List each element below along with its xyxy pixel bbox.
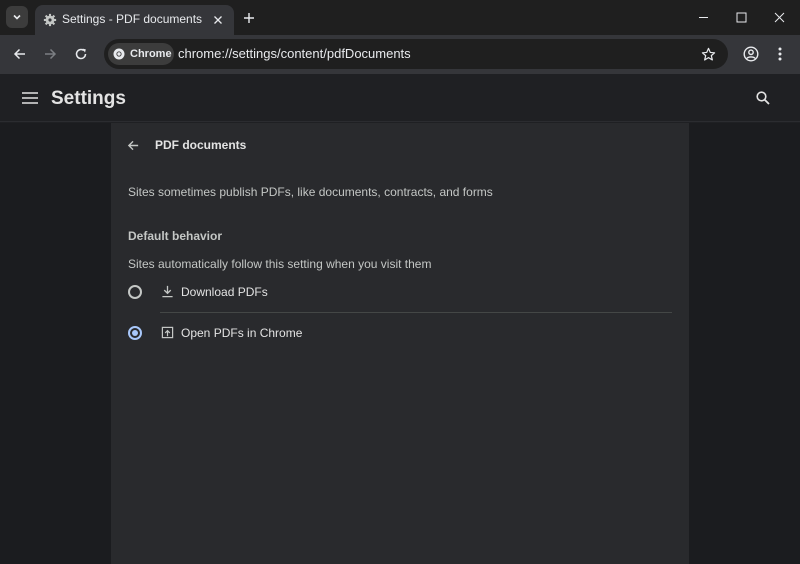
bookmark-button[interactable] <box>698 44 718 64</box>
gear-icon <box>43 13 57 27</box>
minimize-icon <box>698 16 708 18</box>
option-label: Download PDFs <box>181 285 268 299</box>
browser-menu-button[interactable] <box>771 43 789 65</box>
more-vert-icon <box>778 47 782 61</box>
site-info-chip[interactable]: Chrome <box>108 43 174 65</box>
radio-option-download-pdfs[interactable]: Download PDFs <box>128 279 673 305</box>
tab-close-button[interactable] <box>210 12 226 28</box>
arrow-left-icon <box>127 140 138 150</box>
page-description: Sites sometimes publish PDFs, like docum… <box>128 185 493 199</box>
plus-icon <box>244 13 254 23</box>
search-settings-button[interactable] <box>753 88 773 108</box>
maximize-icon <box>736 12 746 22</box>
account-icon <box>743 46 759 62</box>
main-menu-button[interactable] <box>20 89 40 107</box>
radio-button-download-pdfs[interactable] <box>128 285 142 299</box>
section-subtitle: Sites automatically follow this setting … <box>128 257 432 271</box>
radio-option-open-pdfs-in-chrome[interactable]: Open PDFs in Chrome <box>128 320 673 346</box>
download-icon <box>160 284 174 298</box>
reload-button[interactable] <box>70 43 92 65</box>
chip-label: Chrome <box>130 48 172 60</box>
radio-button-open-pdfs-in-chrome[interactable] <box>128 326 142 340</box>
profile-button[interactable] <box>740 43 762 65</box>
browser-toolbar: Chrome chrome://settings/content/pdfDocu… <box>0 35 800 74</box>
maximize-button[interactable] <box>722 0 760 34</box>
tab-search-button[interactable] <box>6 6 28 28</box>
option-label: Open PDFs in Chrome <box>181 326 303 340</box>
chevron-down-icon <box>13 14 21 20</box>
settings-card: PDF documents Sites sometimes publish PD… <box>111 123 689 564</box>
minimize-button[interactable] <box>684 0 722 34</box>
new-tab-button[interactable] <box>240 9 258 27</box>
forward-button[interactable] <box>39 43 61 65</box>
close-icon <box>214 16 222 24</box>
address-bar[interactable]: Chrome chrome://settings/content/pdfDocu… <box>104 39 728 69</box>
arrow-right-icon <box>45 48 57 60</box>
tab-strip: Settings - PDF documents <box>0 0 800 35</box>
reload-icon <box>75 48 87 60</box>
tab-settings[interactable]: Settings - PDF documents <box>35 5 234 35</box>
open-in-new-icon <box>160 325 174 339</box>
subpage-title: PDF documents <box>155 138 247 152</box>
url-text[interactable]: chrome://settings/content/pdfDocuments <box>178 46 411 61</box>
tab-title: Settings - PDF documents <box>62 12 203 26</box>
back-button[interactable] <box>9 43 31 65</box>
section-title: Default behavior <box>128 229 223 243</box>
chrome-icon <box>113 48 125 60</box>
search-icon <box>756 91 770 105</box>
star-icon <box>701 47 715 61</box>
hamburger-menu-icon <box>22 92 38 104</box>
close-icon <box>774 12 784 22</box>
settings-header: Settings <box>0 74 800 122</box>
page-title: Settings <box>51 88 126 109</box>
back-arrow-button[interactable] <box>124 136 142 154</box>
window-close-button[interactable] <box>760 0 798 34</box>
arrow-left-icon <box>13 48 25 60</box>
divider <box>160 312 672 313</box>
